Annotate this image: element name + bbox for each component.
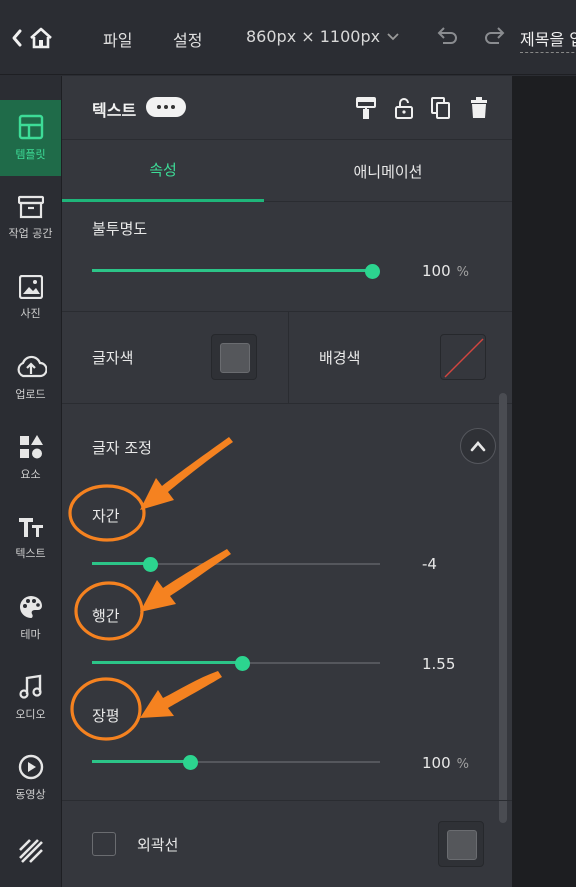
sidebar-item-label: 템플릿	[15, 148, 46, 161]
workspace-icon	[17, 195, 44, 219]
sidebar-item-pattern[interactable]	[0, 816, 61, 886]
letter-spacing-label: 자간	[92, 507, 120, 525]
line-height-slider[interactable]	[92, 656, 380, 671]
document-title-input[interactable]: 제목을 입	[520, 26, 576, 53]
top-toolbar: 파일 설정 860px × 1100px 제목을 입	[0, 0, 576, 75]
panel-scrollbar[interactable]	[499, 393, 507, 823]
collapse-button[interactable]	[460, 428, 496, 464]
text-color-label: 글자색	[92, 349, 134, 367]
sidebar-item-audio[interactable]: 오디오	[0, 660, 61, 736]
undo-icon[interactable]	[434, 24, 460, 50]
sidebar-item-theme[interactable]: 테마	[0, 580, 61, 656]
text-color-swatch[interactable]	[211, 334, 257, 380]
sidebar-item-photo[interactable]: 사진	[0, 260, 61, 336]
editor-canvas[interactable]	[512, 76, 576, 887]
pattern-icon	[18, 839, 43, 863]
left-sidebar: 템플릿 작업 공간 사진 업로드 요소 텍스트 테마 오디오 동영상	[0, 76, 62, 887]
outline-color-swatch[interactable]	[438, 821, 484, 867]
sidebar-item-text[interactable]: 텍스트	[0, 500, 61, 576]
chevron-up-icon	[470, 441, 486, 452]
home-icon	[30, 27, 52, 49]
back-home-button[interactable]	[10, 24, 60, 52]
chevron-down-icon	[387, 32, 399, 40]
duplicate-icon[interactable]	[429, 96, 453, 120]
sidebar-item-label: 테마	[20, 628, 41, 641]
panel-title: 텍스트	[92, 101, 137, 120]
more-options-button[interactable]	[146, 97, 186, 117]
opacity-slider[interactable]	[92, 264, 380, 279]
outline-label: 외곽선	[137, 836, 179, 854]
width-scale-label: 장평	[92, 707, 120, 725]
letter-spacing-value[interactable]: -4	[422, 555, 437, 573]
slider-thumb[interactable]	[182, 755, 198, 770]
slider-thumb[interactable]	[234, 656, 250, 671]
canvas-size-dropdown[interactable]: 860px × 1100px	[246, 27, 400, 46]
opacity-value[interactable]: 100%	[422, 262, 469, 280]
sidebar-item-label: 업로드	[15, 388, 46, 401]
menu-settings[interactable]: 설정	[173, 27, 202, 51]
template-icon	[18, 114, 43, 140]
unlock-icon[interactable]	[392, 96, 416, 120]
music-icon	[18, 674, 42, 699]
letter-spacing-slider[interactable]	[92, 557, 380, 572]
sidebar-item-label: 오디오	[15, 708, 46, 721]
sidebar-item-template[interactable]: 템플릿	[0, 100, 61, 176]
line-height-label: 행간	[92, 607, 120, 625]
outline-checkbox[interactable]	[92, 832, 116, 856]
sidebar-item-label: 동영상	[15, 788, 46, 801]
redo-icon[interactable]	[482, 24, 508, 50]
width-scale-value[interactable]: 100%	[422, 754, 469, 772]
panel-header: 텍스트	[62, 76, 512, 140]
bg-color-swatch[interactable]	[440, 334, 486, 380]
sidebar-item-video[interactable]: 동영상	[0, 740, 61, 816]
sidebar-item-elements[interactable]: 요소	[0, 420, 61, 496]
bg-color-label: 배경색	[319, 349, 361, 367]
upload-icon	[17, 355, 47, 378]
elements-icon	[19, 435, 43, 459]
text-adjust-title: 글자 조정	[92, 439, 152, 457]
sidebar-item-label: 작업 공간	[8, 227, 53, 240]
sidebar-item-label: 텍스트	[15, 547, 46, 560]
palette-icon	[19, 596, 42, 618]
text-icon	[18, 518, 43, 537]
line-height-value[interactable]: 1.55	[422, 655, 455, 673]
width-scale-slider[interactable]	[92, 755, 380, 770]
trash-icon[interactable]	[467, 96, 491, 120]
sidebar-item-label: 사진	[20, 307, 41, 320]
slider-thumb[interactable]	[365, 264, 380, 279]
menu-file[interactable]: 파일	[103, 27, 132, 51]
tab-properties[interactable]: 속성	[62, 140, 264, 202]
sidebar-item-workspace[interactable]: 작업 공간	[0, 180, 61, 256]
no-color-icon	[444, 338, 484, 378]
video-icon	[18, 754, 43, 780]
canvas-size-value: 860px × 1100px	[246, 27, 381, 46]
slider-thumb[interactable]	[142, 557, 158, 572]
tab-animation[interactable]: 애니메이션	[264, 140, 512, 202]
text-property-panel: 텍스트 속성 애니메이션 불투명도 100% 글자색 배경색 글자 조정 자간 …	[62, 76, 512, 887]
sidebar-item-upload[interactable]: 업로드	[0, 340, 61, 416]
chevron-left-icon	[12, 29, 22, 47]
photo-icon	[18, 275, 43, 299]
format-painter-icon[interactable]	[354, 96, 378, 120]
panel-tabs: 속성 애니메이션	[62, 140, 512, 202]
opacity-label: 불투명도	[92, 220, 148, 238]
sidebar-item-label: 요소	[20, 468, 41, 481]
